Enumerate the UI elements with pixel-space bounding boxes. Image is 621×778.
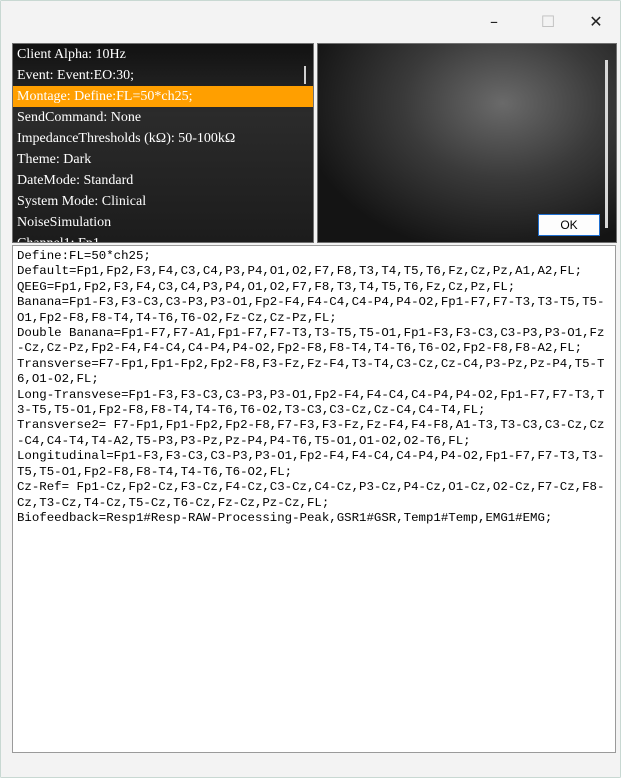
montage-text-editor[interactable]: Define:FL=50*ch25; Default=Fp1,Fp2,F3,F4… <box>12 245 616 753</box>
settings-list-item[interactable]: Channel1: Fp1 <box>13 233 313 242</box>
maximize-button[interactable]: ☐ <box>526 1 570 41</box>
settings-list-item[interactable]: System Mode: Clinical <box>13 191 313 212</box>
close-icon: ✕ <box>589 11 603 31</box>
settings-list-item[interactable]: Event: Event:EO:30; <box>13 65 313 86</box>
title-bar: – ☐ ✕ <box>1 1 620 41</box>
app-window: – ☐ ✕ Client Alpha: 10Hz Event: Event:EO… <box>0 0 621 778</box>
settings-list-item[interactable]: Client Alpha: 10Hz <box>13 44 313 65</box>
ok-button[interactable]: OK <box>538 214 600 236</box>
close-button[interactable]: ✕ <box>574 1 618 41</box>
montage-definitions-text[interactable]: Define:FL=50*ch25; Default=Fp1,Fp2,F3,F4… <box>17 249 611 526</box>
minimize-icon: – <box>490 11 498 31</box>
preview-panel: OK <box>317 43 617 243</box>
maximize-icon: ☐ <box>540 11 556 31</box>
listbox-scrollbar[interactable] <box>304 66 306 84</box>
settings-list-item-selected[interactable]: Montage: Define:FL=50*ch25; <box>13 86 313 107</box>
settings-list-item[interactable]: Theme: Dark <box>13 149 313 170</box>
minimize-button[interactable]: – <box>472 1 516 41</box>
settings-list-item[interactable]: SendCommand: None <box>13 107 313 128</box>
preview-scrollbar[interactable] <box>605 60 608 228</box>
settings-list-item[interactable]: ImpedanceThresholds (kΩ): 50-100kΩ <box>13 128 313 149</box>
settings-list-item[interactable]: NoiseSimulation <box>13 212 313 233</box>
settings-list-item[interactable]: DateMode: Standard <box>13 170 313 191</box>
settings-listbox[interactable]: Client Alpha: 10Hz Event: Event:EO:30; M… <box>12 43 314 243</box>
status-bar <box>1 753 620 777</box>
